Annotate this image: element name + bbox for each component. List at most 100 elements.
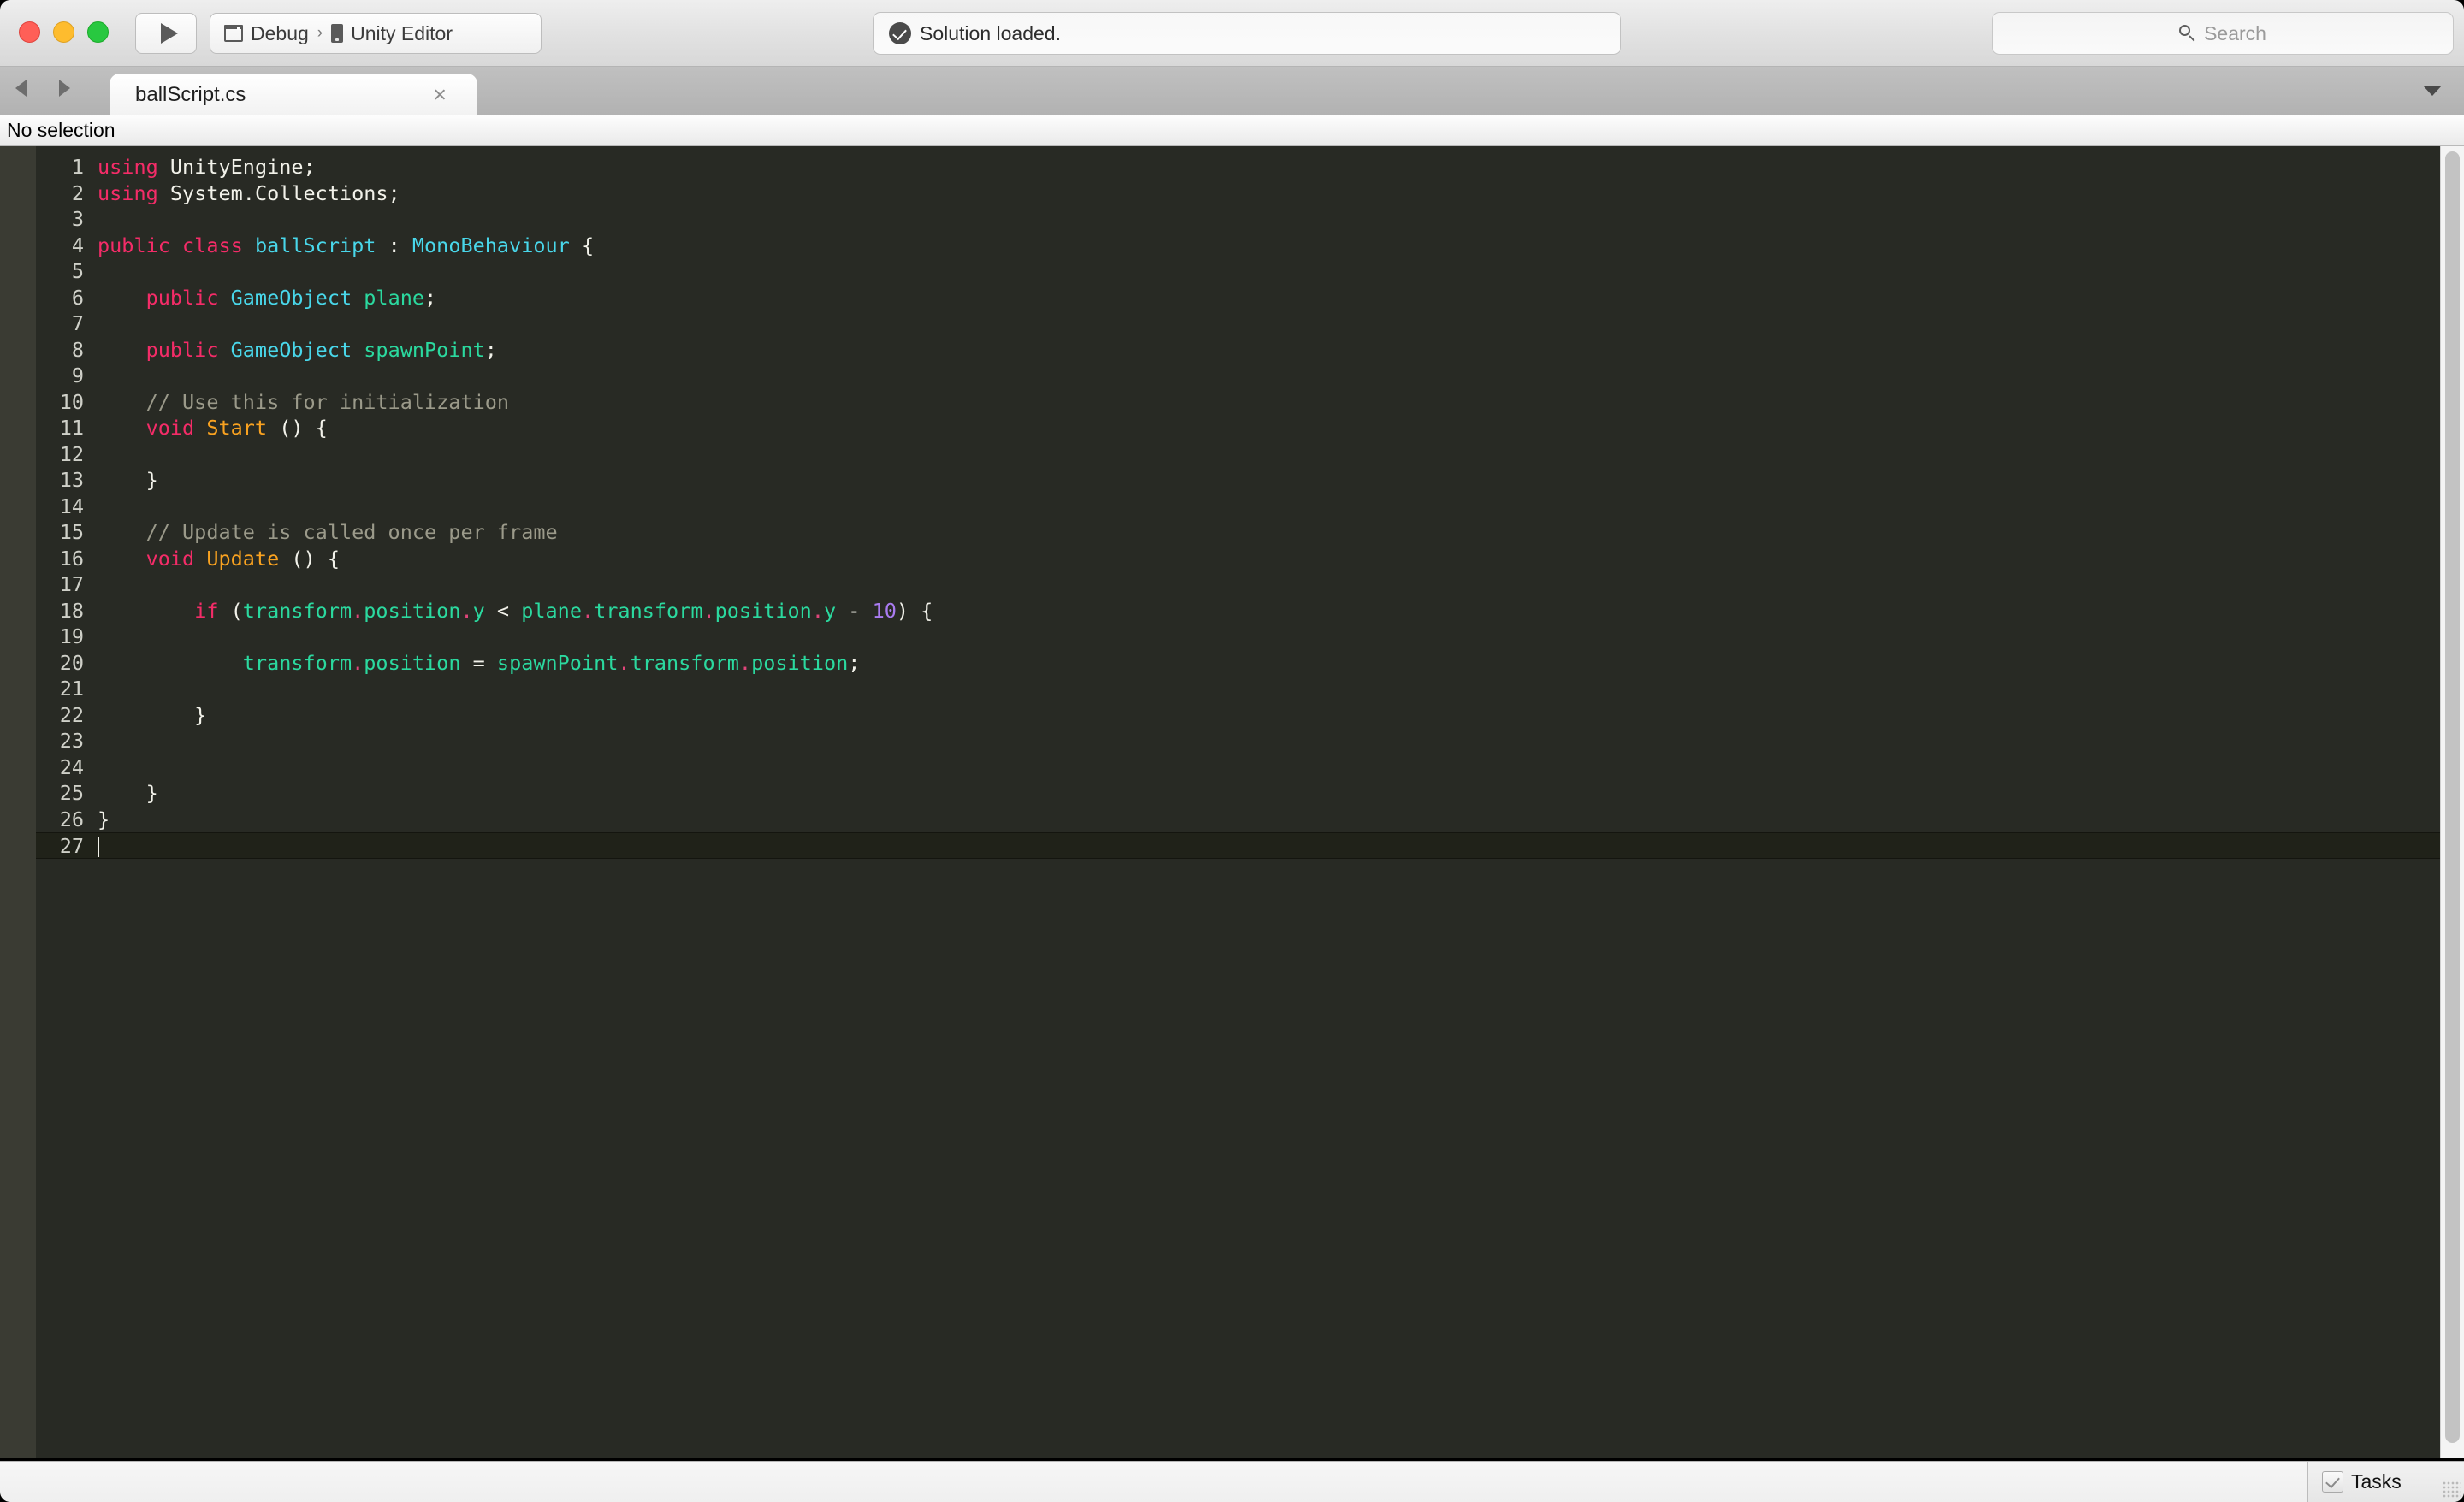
tab-bar: ballScript.cs × — [0, 67, 2464, 115]
line-number: 7 — [71, 311, 84, 335]
code-line[interactable]: 14 — [36, 494, 2464, 520]
configuration-label: Debug — [251, 21, 309, 44]
code-line[interactable]: 27 — [36, 832, 2464, 859]
code-line[interactable]: 2 using System.Collections; — [36, 180, 2464, 207]
token-id: y — [472, 598, 485, 623]
token-plain: } — [98, 468, 158, 492]
check-circle-icon — [889, 22, 911, 44]
code-line[interactable]: 17 — [36, 571, 2464, 598]
line-number: 19 — [59, 624, 84, 648]
token-plain: < — [484, 598, 522, 623]
line-number: 3 — [71, 207, 84, 231]
token-kw: if — [194, 598, 219, 623]
code-line[interactable]: 8 public GameObject spawnPoint; — [36, 337, 2464, 364]
token-id: transform — [242, 598, 352, 623]
token-plain: : — [376, 233, 412, 257]
line-number: 9 — [71, 364, 84, 387]
token-plain: = — [460, 650, 497, 675]
code-text: // Use this for initialization — [98, 390, 509, 414]
code-line[interactable]: 6 public GameObject plane; — [36, 285, 2464, 311]
code-line[interactable]: 24 — [36, 754, 2464, 781]
code-line[interactable]: 26} — [36, 807, 2464, 833]
code-line[interactable]: 16 void Update () { — [36, 546, 2464, 572]
code-text — [98, 834, 99, 858]
fold-gutter[interactable] — [0, 146, 36, 1458]
token-type: GameObject — [230, 337, 352, 362]
code-content[interactable]: 1 using UnityEngine; 2 using System.Collect… — [36, 146, 2464, 1458]
search-input[interactable]: Search — [1992, 12, 2454, 55]
code-line[interactable]: 25 } — [36, 780, 2464, 807]
code-editor[interactable]: 1 using UnityEngine; 2 using System.Collect… — [0, 146, 2464, 1458]
navigate-forward-button[interactable] — [59, 80, 70, 97]
line-number: 16 — [59, 546, 84, 571]
line-number: 13 — [59, 468, 84, 492]
window-controls — [19, 21, 109, 43]
code-line[interactable]: 11 void Start () { — [36, 415, 2464, 441]
code-line[interactable]: 9 — [36, 363, 2464, 389]
token-plain: } — [98, 807, 110, 831]
tab-ballscript-cs[interactable]: ballScript.cs × — [110, 74, 477, 115]
token-plain: } — [98, 781, 158, 805]
code-line[interactable]: 19 — [36, 624, 2464, 650]
code-text: public GameObject spawnPoint; — [98, 338, 497, 362]
token-type: MonoBehaviour — [412, 233, 570, 257]
token-plain: } — [98, 702, 207, 727]
navigate-back-button[interactable] — [15, 80, 27, 97]
tasks-panel-button[interactable]: Tasks — [2307, 1462, 2464, 1502]
code-line[interactable]: 20 transform.position = spawnPoint.trans… — [36, 650, 2464, 677]
code-line[interactable]: 15 // Update is called once per frame — [36, 519, 2464, 546]
code-line[interactable]: 13 } — [36, 467, 2464, 494]
token-id: y — [823, 598, 837, 623]
zoom-window-button[interactable] — [87, 21, 109, 43]
run-button[interactable] — [135, 13, 197, 54]
code-line[interactable]: 10 // Use this for initialization — [36, 389, 2464, 416]
editor-vertical-scrollbar[interactable] — [2440, 146, 2464, 1458]
token-dot: . — [811, 598, 824, 623]
selection-label: No selection — [7, 119, 116, 141]
token-kw: void — [145, 416, 195, 440]
breadcrumb: No selection — [0, 115, 2464, 146]
code-text: public class ballScript : MonoBehaviour … — [98, 234, 594, 257]
run-target-selector[interactable]: Debug › Unity Editor — [210, 13, 542, 54]
token-dot: . — [618, 650, 631, 675]
code-line[interactable]: 4 public class ballScript : MonoBehaviour… — [36, 233, 2464, 259]
window-icon — [223, 25, 243, 42]
code-text: if (transform.position.y < plane.transfo… — [98, 599, 933, 623]
line-number: 11 — [59, 416, 84, 440]
code-line[interactable]: 22 } — [36, 702, 2464, 729]
token-plain: ; — [484, 337, 497, 362]
code-line[interactable]: 1 using UnityEngine; — [36, 154, 2464, 180]
close-window-button[interactable] — [19, 21, 40, 43]
code-line[interactable]: 18 if (transform.position.y < plane.tran… — [36, 598, 2464, 624]
line-number: 6 — [71, 285, 84, 310]
line-number: 12 — [59, 441, 84, 466]
scrollbar-thumb[interactable] — [2445, 151, 2460, 1443]
chevron-down-icon[interactable] — [2423, 86, 2442, 96]
token-id: transform — [242, 650, 352, 675]
code-line[interactable]: 12 — [36, 441, 2464, 468]
code-line[interactable]: 7 — [36, 310, 2464, 337]
line-number: 23 — [59, 729, 84, 753]
resize-grip-icon[interactable] — [2442, 1481, 2461, 1499]
code-line[interactable]: 23 — [36, 728, 2464, 754]
line-number: 2 — [71, 180, 84, 205]
token-plain: ) { — [896, 598, 933, 623]
token-kw: void — [145, 546, 195, 571]
token-kw: public — [145, 285, 219, 310]
line-number: 25 — [59, 781, 84, 805]
token-com: // Update is called once per frame — [145, 520, 558, 544]
code-line[interactable]: 21 — [36, 676, 2464, 702]
code-line[interactable]: 3 — [36, 206, 2464, 233]
close-icon[interactable]: × — [433, 83, 447, 106]
minimize-window-button[interactable] — [53, 21, 74, 43]
code-line[interactable]: 5 — [36, 258, 2464, 285]
code-text: // Update is called once per frame — [98, 520, 558, 544]
code-text: void Start () { — [98, 416, 328, 440]
